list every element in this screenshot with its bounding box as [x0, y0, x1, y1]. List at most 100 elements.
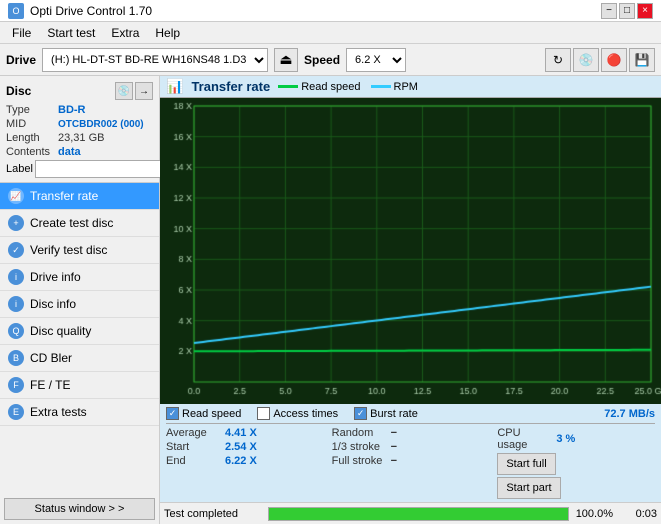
maximize-button[interactable]: □	[619, 3, 635, 19]
drive-select[interactable]: (H:) HL-DT-ST BD-RE WH16NS48 1.D3	[42, 48, 268, 72]
cd-bler-icon: B	[8, 350, 24, 366]
nav-fe-te-label: FE / TE	[30, 378, 70, 392]
app-icon: O	[8, 3, 24, 19]
status-time: 0:03	[617, 508, 657, 520]
contents-label: Contents	[6, 146, 58, 158]
disc-section: Disc 💿 → Type BD-R MID OTCBDR002 (000) L…	[0, 76, 159, 183]
disc-icon-btn[interactable]: 💿	[573, 48, 599, 72]
stroke13-label: 1/3 stroke	[332, 441, 387, 453]
read-speed-checkbox-item: ✓ Read speed	[166, 407, 241, 420]
chart-title: Transfer rate	[191, 79, 270, 94]
burst-rate-value: 72.7 MB/s	[604, 408, 655, 420]
drive-bar: Drive (H:) HL-DT-ST BD-RE WH16NS48 1.D3 …	[0, 44, 661, 76]
speed-label: Speed	[304, 53, 340, 67]
progress-fill	[269, 508, 568, 520]
menu-file[interactable]: File	[4, 24, 39, 42]
start-part-button[interactable]: Start part	[497, 477, 560, 499]
nav-cd-bler-label: CD Bler	[30, 351, 72, 365]
nav-section: 📈 Transfer rate + Create test disc ✓ Ver…	[0, 183, 159, 494]
menu-help[interactable]: Help	[147, 24, 188, 42]
end-label: End	[166, 455, 221, 467]
app-title: Opti Drive Control 1.70	[30, 4, 152, 18]
start-full-button[interactable]: Start full	[497, 453, 555, 475]
random-value: −	[391, 427, 397, 439]
type-label: Type	[6, 104, 58, 116]
cpu-stat-row: CPU usage 3 %	[497, 427, 655, 451]
status-window-button[interactable]: Status window > >	[4, 498, 155, 520]
mid-label: MID	[6, 118, 58, 130]
stroke13-stat-row: 1/3 stroke −	[332, 441, 490, 453]
type-value: BD-R	[58, 104, 86, 116]
access-times-checkbox-item: Access times	[257, 407, 338, 420]
length-value: 23,31 GB	[58, 132, 104, 144]
start-full-row: Start full	[497, 453, 655, 475]
nav-drive-info[interactable]: i Drive info	[0, 264, 159, 291]
save-icon-btn[interactable]: 💾	[629, 48, 655, 72]
burst-rate-checkbox-item: ✓ Burst rate	[354, 407, 418, 420]
mid-value: OTCBDR002 (000)	[58, 119, 144, 130]
extra-tests-icon: E	[8, 404, 24, 420]
end-value: 6.22 X	[225, 455, 257, 467]
menu-start-test[interactable]: Start test	[39, 24, 103, 42]
random-label: Random	[332, 427, 387, 439]
read-speed-legend-color	[278, 85, 298, 88]
eject-button[interactable]: ⏏	[274, 48, 298, 72]
full-stroke-stat-row: Full stroke −	[332, 455, 490, 467]
nav-disc-info[interactable]: i Disc info	[0, 291, 159, 318]
average-stat-row: Average 4.41 X	[166, 427, 324, 439]
chart-legend: Read speed RPM	[278, 81, 418, 93]
average-value: 4.41 X	[225, 427, 257, 439]
cpu-value: 3 %	[556, 433, 575, 445]
average-label: Average	[166, 427, 221, 439]
fe-te-icon: F	[8, 377, 24, 393]
rpm-legend-label: RPM	[394, 81, 418, 93]
start-value: 2.54 X	[225, 441, 257, 453]
nav-verify-test-disc[interactable]: ✓ Verify test disc	[0, 237, 159, 264]
drive-label: Drive	[6, 53, 36, 67]
close-button[interactable]: ×	[637, 3, 653, 19]
chart-container	[160, 98, 661, 404]
status-bar: Test completed 100.0% 0:03	[160, 502, 661, 524]
nav-fe-te[interactable]: F FE / TE	[0, 372, 159, 399]
nav-transfer-rate[interactable]: 📈 Transfer rate	[0, 183, 159, 210]
minimize-button[interactable]: −	[601, 3, 617, 19]
nav-cd-bler[interactable]: B CD Bler	[0, 345, 159, 372]
info-icon-btn[interactable]: 🔴	[601, 48, 627, 72]
nav-create-test-disc-label: Create test disc	[30, 216, 113, 230]
menu-bar: File Start test Extra Help	[0, 22, 661, 44]
speed-select[interactable]: 6.2 X	[346, 48, 406, 72]
title-bar: O Opti Drive Control 1.70 − □ ×	[0, 0, 661, 22]
main-content: Disc 💿 → Type BD-R MID OTCBDR002 (000) L…	[0, 76, 661, 524]
start-part-row: Start part	[497, 477, 655, 499]
full-stroke-label: Full stroke	[332, 455, 387, 467]
burst-rate-checkbox[interactable]: ✓	[354, 407, 367, 420]
drive-action-icons: ↻ 💿 🔴 💾	[545, 48, 655, 72]
end-stat-row: End 6.22 X	[166, 455, 324, 467]
nav-drive-info-label: Drive info	[30, 270, 81, 284]
sidebar: Disc 💿 → Type BD-R MID OTCBDR002 (000) L…	[0, 76, 160, 524]
nav-disc-quality-label: Disc quality	[30, 324, 91, 338]
access-times-checkbox[interactable]	[257, 407, 270, 420]
nav-extra-tests[interactable]: E Extra tests	[0, 399, 159, 426]
disc-icon-1[interactable]: 💿	[115, 82, 133, 100]
create-test-disc-icon: +	[8, 215, 24, 231]
checkboxes-row: ✓ Read speed Access times ✓ Burst rate 7…	[166, 407, 655, 424]
nav-verify-test-disc-label: Verify test disc	[30, 243, 107, 257]
window-controls: − □ ×	[601, 3, 653, 19]
burst-rate-checkbox-label: Burst rate	[370, 408, 418, 420]
disc-quality-icon: Q	[8, 323, 24, 339]
read-speed-legend-label: Read speed	[301, 81, 360, 93]
nav-disc-info-label: Disc info	[30, 297, 76, 311]
start-label: Start	[166, 441, 221, 453]
nav-create-test-disc[interactable]: + Create test disc	[0, 210, 159, 237]
disc-info-icon: i	[8, 296, 24, 312]
read-speed-checkbox[interactable]: ✓	[166, 407, 179, 420]
disc-icon-2[interactable]: →	[135, 82, 153, 100]
progress-pct: 100.0%	[573, 508, 613, 520]
random-stat-row: Random −	[332, 427, 490, 439]
refresh-icon-btn[interactable]: ↻	[545, 48, 571, 72]
menu-extra[interactable]: Extra	[103, 24, 147, 42]
label-label: Label	[6, 163, 33, 175]
nav-disc-quality[interactable]: Q Disc quality	[0, 318, 159, 345]
stroke13-value: −	[391, 441, 397, 453]
